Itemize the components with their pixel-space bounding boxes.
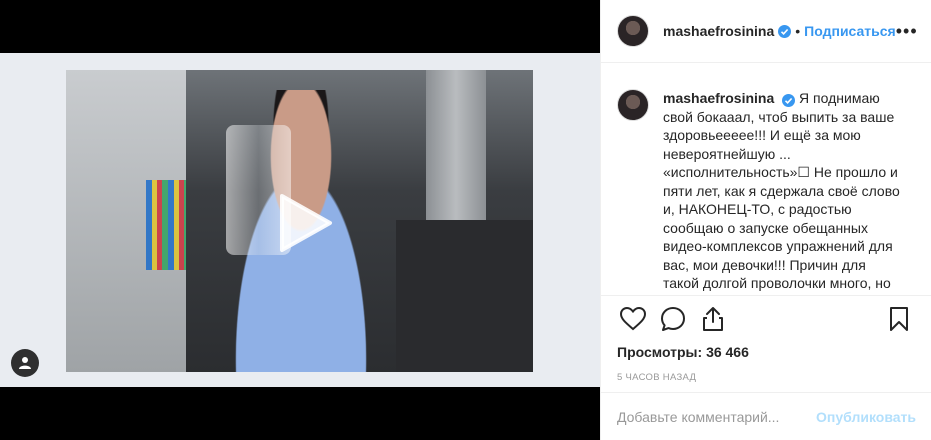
more-options-icon[interactable]: •••	[896, 21, 917, 42]
header-separator: •	[795, 23, 801, 39]
verified-badge-icon	[782, 93, 796, 107]
user-tag-icon[interactable]	[11, 349, 39, 377]
post-timestamp[interactable]: 5 часов назад	[601, 372, 931, 383]
share-icon[interactable]	[693, 299, 733, 339]
comment-form: Опубликовать	[601, 392, 931, 440]
views-value: 36 466	[706, 344, 749, 360]
post-username[interactable]: mashaefrosinina	[663, 23, 774, 39]
verified-badge-icon	[778, 24, 792, 38]
media-viewer	[0, 0, 600, 440]
video-frame-hood	[426, 70, 486, 220]
video-frame-painting	[146, 180, 186, 270]
caption-avatar[interactable]	[617, 89, 649, 121]
video-player[interactable]	[66, 70, 533, 372]
bookmark-icon[interactable]	[879, 299, 919, 339]
publish-button[interactable]: Опубликовать	[816, 409, 916, 425]
video-frame-cabinet	[396, 220, 533, 372]
post-header: mashaefrosinina • Подписаться •••	[601, 0, 931, 63]
action-bar	[601, 295, 931, 341]
views-count[interactable]: Просмотры: 36 466	[601, 341, 931, 363]
caption-text: Я поднимаю свой бокааал, чтоб выпить за …	[663, 90, 900, 291]
views-label: Просмотры:	[617, 344, 703, 360]
avatar[interactable]	[617, 15, 649, 47]
post-panel: mashaefrosinina • Подписаться ••• mashae…	[600, 0, 931, 440]
comment-icon[interactable]	[653, 299, 693, 339]
caption: mashaefrosinina Я поднимаю свой бокааал,…	[663, 89, 903, 295]
caption-username[interactable]: mashaefrosinina	[663, 90, 774, 106]
comment-input[interactable]	[617, 408, 817, 425]
media-backdrop	[0, 53, 600, 387]
follow-button[interactable]: Подписаться	[804, 23, 896, 39]
comments-area: mashaefrosinina Я поднимаю свой бокааал,…	[601, 63, 931, 295]
play-icon[interactable]	[276, 192, 334, 254]
heart-icon[interactable]	[613, 299, 653, 339]
